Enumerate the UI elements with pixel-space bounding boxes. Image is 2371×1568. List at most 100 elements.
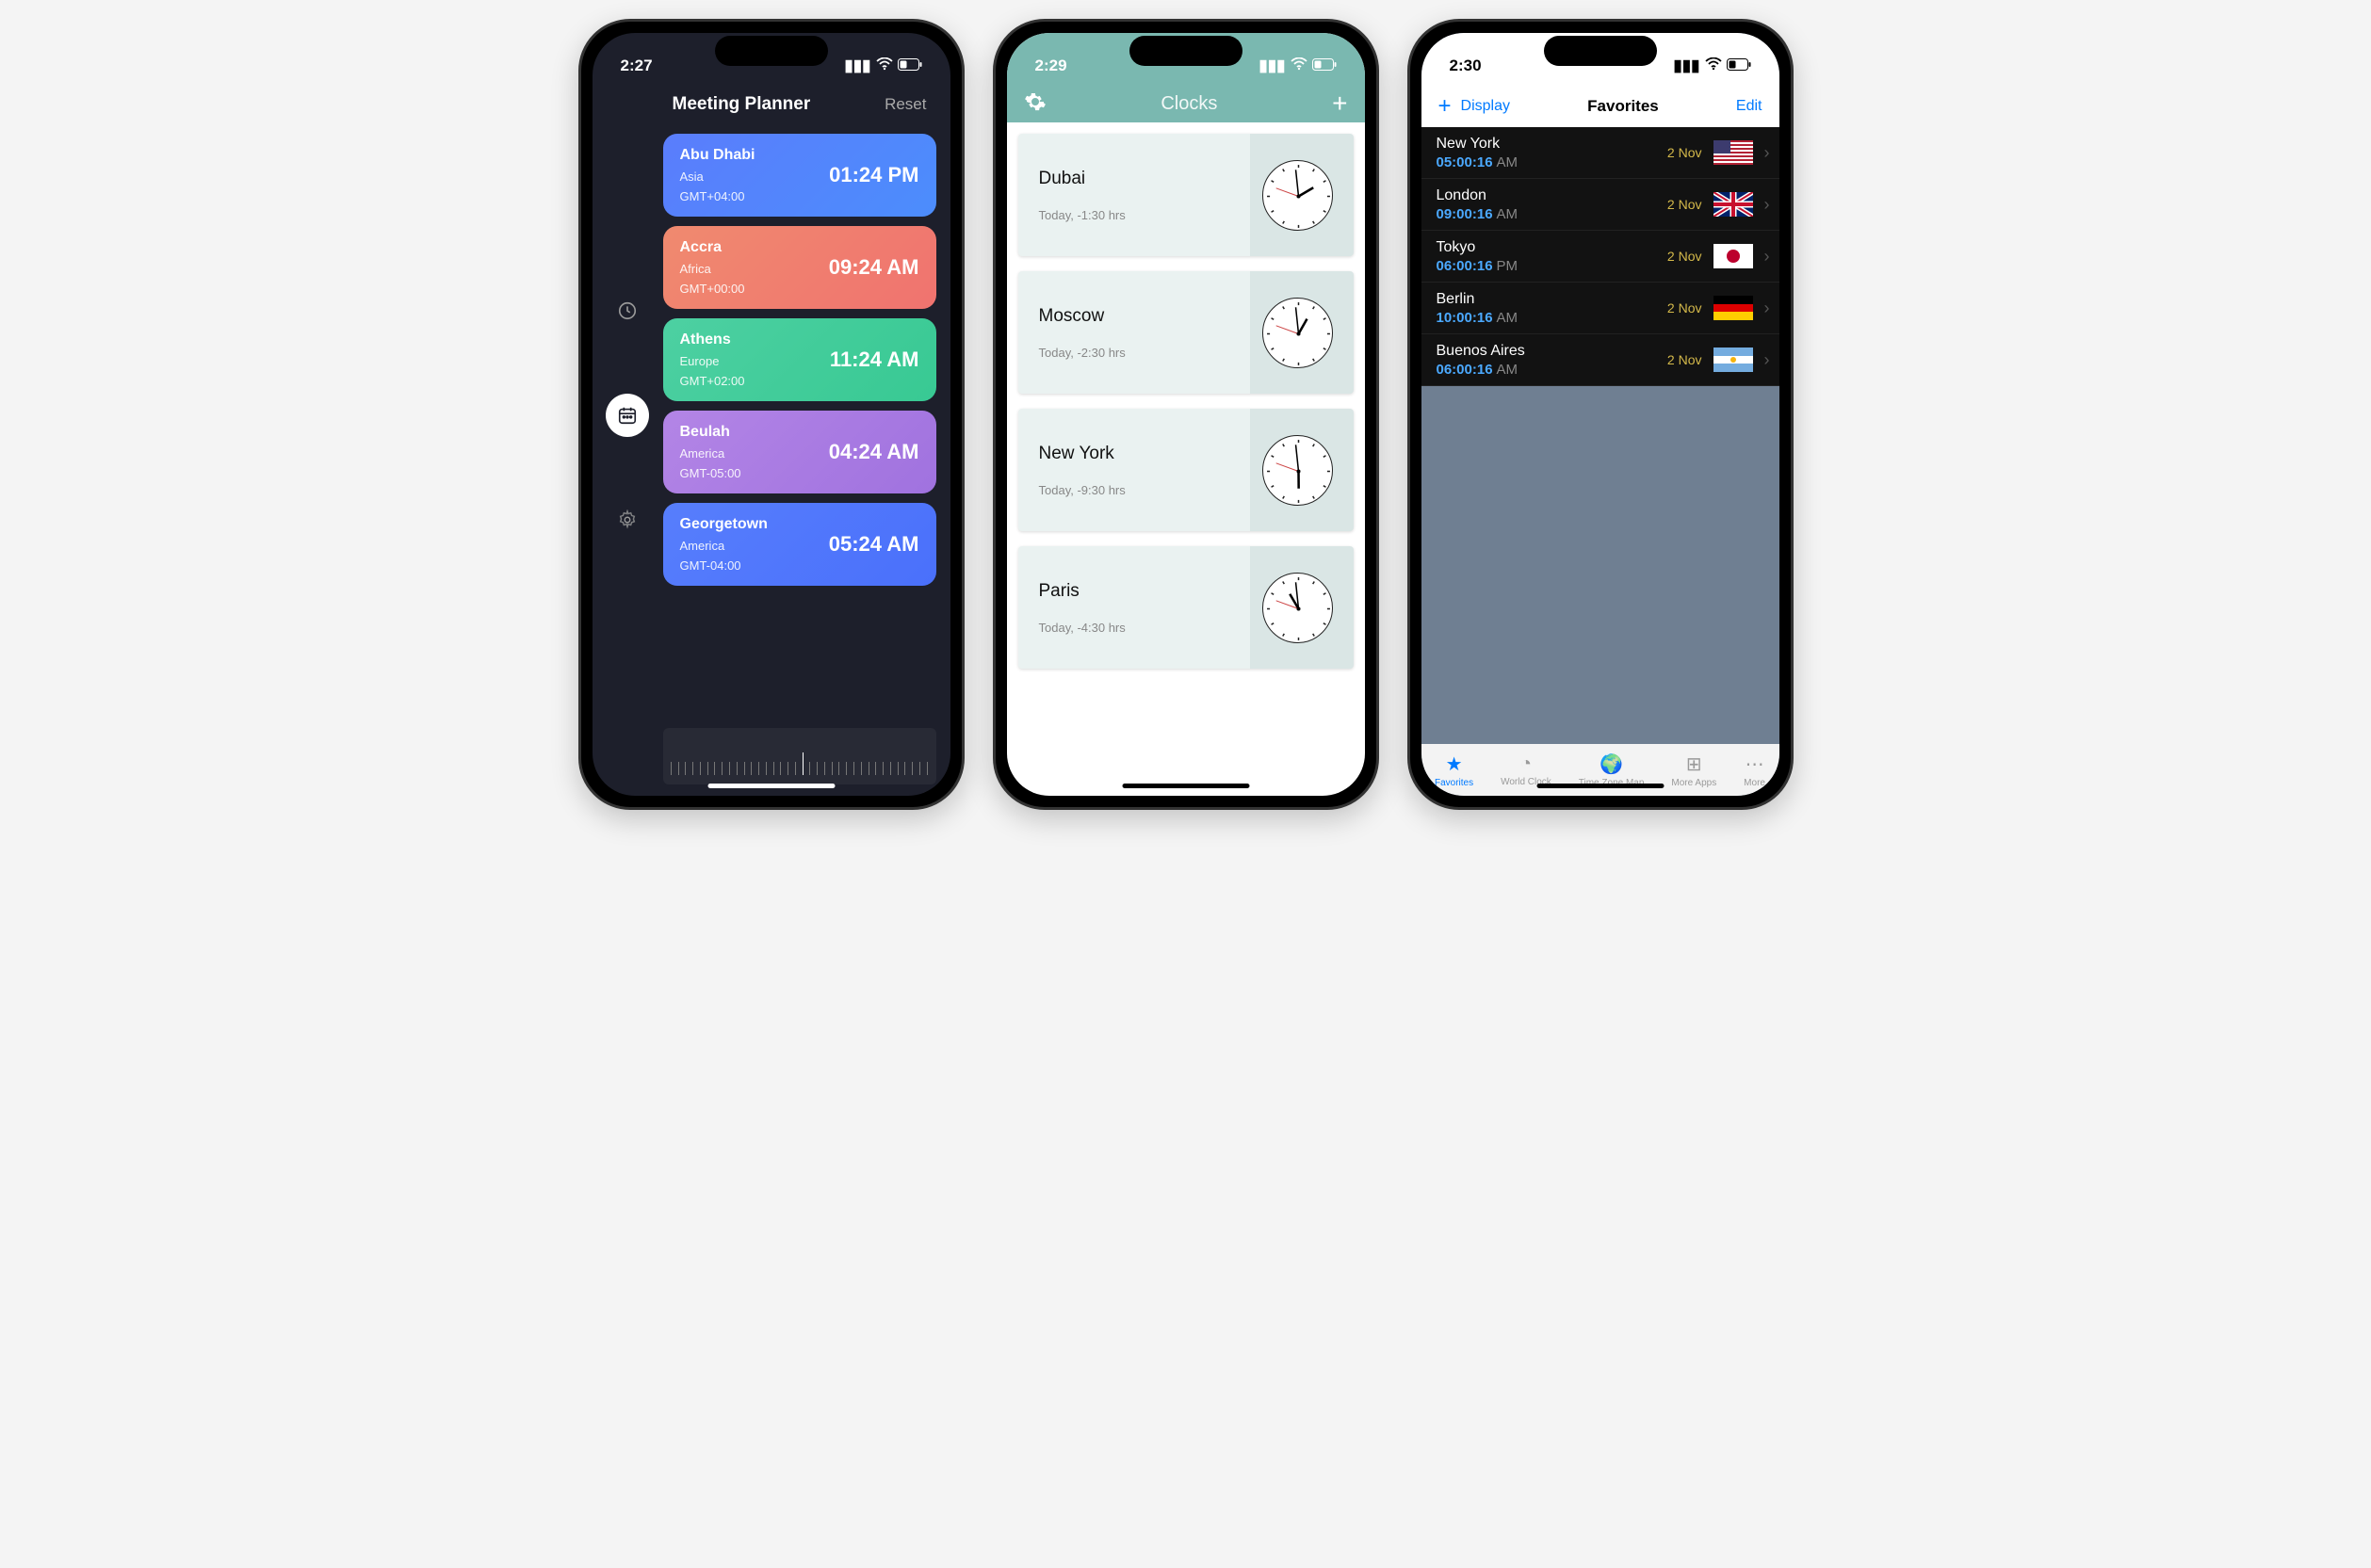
- notch: [715, 36, 828, 66]
- city-name: Tokyo: [1437, 239, 1518, 256]
- city-name: Buenos Aires: [1437, 343, 1525, 360]
- date-label: 2 Nov: [1667, 352, 1702, 367]
- signal-icon: ▮▮▮: [1259, 57, 1285, 75]
- city-name: New York: [1437, 136, 1518, 153]
- tab-icon: ★: [1446, 752, 1463, 776]
- clock-card[interactable]: New York Today, -9:30 hrs: [1018, 409, 1354, 531]
- time-label: 06:00:16: [1437, 362, 1493, 378]
- clock-card[interactable]: Dubai Today, -1:30 hrs: [1018, 134, 1354, 256]
- home-indicator[interactable]: [707, 784, 835, 788]
- notch: [1544, 36, 1657, 66]
- gmt-label: GMT-04:00: [680, 558, 768, 573]
- flag-icon: [1713, 244, 1753, 268]
- date-label: 2 Nov: [1667, 145, 1702, 160]
- city-name: Beulah: [680, 424, 741, 441]
- page-title: Meeting Planner: [673, 94, 811, 115]
- status-icons: ▮▮▮: [844, 57, 921, 75]
- favorite-row[interactable]: Berlin 10:00:16AM 2 Nov ›: [1421, 283, 1779, 334]
- home-indicator[interactable]: [1536, 784, 1664, 788]
- flag-icon: [1713, 296, 1753, 320]
- flag-icon: [1713, 192, 1753, 217]
- tab-more-apps[interactable]: ⊞More Apps: [1671, 752, 1716, 788]
- region-label: Europe: [680, 354, 745, 368]
- signal-icon: ▮▮▮: [844, 57, 870, 75]
- time-label: 05:24 AM: [829, 532, 919, 557]
- tab-label: More Apps: [1671, 778, 1716, 788]
- status-time: 2:30: [1450, 57, 1482, 75]
- sidebar-clock-icon[interactable]: [606, 289, 649, 332]
- favorite-row[interactable]: London 09:00:16AM 2 Nov ›: [1421, 179, 1779, 231]
- tab-icon: ◔: [1520, 753, 1532, 775]
- favorite-row[interactable]: New York 05:00:16AM 2 Nov ›: [1421, 127, 1779, 179]
- tab-icon: 🌍: [1600, 752, 1623, 776]
- city-name: London: [1437, 187, 1518, 204]
- city-name: Dubai: [1039, 169, 1126, 189]
- wifi-icon: [1705, 57, 1722, 75]
- date-label: 2 Nov: [1667, 197, 1702, 212]
- analog-clock-icon: [1262, 435, 1333, 506]
- city-name: Athens: [680, 331, 745, 348]
- time-label: 10:00:16: [1437, 310, 1493, 326]
- tab-world-clock[interactable]: ◔World Clock: [1501, 753, 1551, 787]
- offset-label: Today, -9:30 hrs: [1039, 483, 1126, 497]
- battery-icon: [898, 57, 922, 75]
- tab-more[interactable]: ⋯More: [1744, 752, 1765, 788]
- city-card[interactable]: Georgetown America GMT-04:00 05:24 AM: [663, 503, 936, 586]
- status-icons: ▮▮▮: [1259, 57, 1336, 75]
- city-name: Berlin: [1437, 291, 1518, 308]
- time-label: 09:24 AM: [829, 255, 919, 280]
- clock-card[interactable]: Moscow Today, -2:30 hrs: [1018, 271, 1354, 394]
- reset-button[interactable]: Reset: [885, 95, 926, 114]
- notch: [1129, 36, 1242, 66]
- offset-label: Today, -4:30 hrs: [1039, 621, 1126, 635]
- wifi-icon: [1291, 57, 1307, 75]
- clock-card[interactable]: Paris Today, -4:30 hrs: [1018, 546, 1354, 669]
- time-label: 01:24 PM: [829, 163, 918, 187]
- battery-icon: [1727, 57, 1751, 75]
- gmt-label: GMT+04:00: [680, 189, 755, 203]
- date-label: 2 Nov: [1667, 300, 1702, 315]
- status-time: 2:29: [1035, 57, 1067, 75]
- time-label: 11:24 AM: [830, 348, 919, 372]
- chevron-right-icon: ›: [1764, 195, 1770, 215]
- sidebar-gear-icon[interactable]: [606, 498, 649, 542]
- ampm-label: AM: [1497, 310, 1518, 326]
- chevron-right-icon: ›: [1764, 143, 1770, 163]
- region-label: Africa: [680, 262, 745, 276]
- wifi-icon: [876, 57, 893, 75]
- sidebar: [593, 134, 663, 711]
- favorite-row[interactable]: Buenos Aires 06:00:16AM 2 Nov ›: [1421, 334, 1779, 386]
- tab-label: More: [1744, 778, 1765, 788]
- sidebar-calendar-icon[interactable]: [606, 394, 649, 437]
- region-label: America: [680, 539, 768, 553]
- phone-clocks: 2:29 ▮▮▮ Clocks + Dubai Today, -1:30 hrs: [993, 19, 1379, 810]
- display-button[interactable]: Display: [1461, 98, 1510, 115]
- edit-button[interactable]: Edit: [1736, 98, 1762, 115]
- city-name: Abu Dhabi: [680, 147, 755, 164]
- flag-icon: [1713, 348, 1753, 372]
- gmt-label: GMT+00:00: [680, 282, 745, 296]
- city-card[interactable]: Abu Dhabi Asia GMT+04:00 01:24 PM: [663, 134, 936, 217]
- chevron-right-icon: ›: [1764, 247, 1770, 267]
- page-title: Favorites: [1587, 97, 1659, 116]
- analog-clock-icon: [1262, 160, 1333, 231]
- favorite-row[interactable]: Tokyo 06:00:16PM 2 Nov ›: [1421, 231, 1779, 283]
- city-card[interactable]: Accra Africa GMT+00:00 09:24 AM: [663, 226, 936, 309]
- battery-icon: [1312, 57, 1337, 75]
- ampm-label: AM: [1497, 362, 1518, 378]
- tab-favorites[interactable]: ★Favorites: [1435, 752, 1473, 788]
- gear-icon[interactable]: [1024, 90, 1047, 118]
- city-name: Accra: [680, 239, 745, 256]
- city-name: Georgetown: [680, 516, 768, 533]
- offset-label: Today, -1:30 hrs: [1039, 208, 1126, 222]
- home-indicator[interactable]: [1122, 784, 1249, 788]
- city-card[interactable]: Beulah America GMT-05:00 04:24 AM: [663, 411, 936, 493]
- city-card[interactable]: Athens Europe GMT+02:00 11:24 AM: [663, 318, 936, 401]
- phone-meeting-planner: 2:27 ▮▮▮ Meeting Planner Reset: [578, 19, 965, 810]
- time-label: 09:00:16: [1437, 206, 1493, 222]
- status-time: 2:27: [621, 57, 653, 75]
- add-icon[interactable]: +: [1438, 93, 1452, 120]
- add-icon[interactable]: +: [1332, 89, 1347, 119]
- page-title: Clocks: [1161, 93, 1217, 115]
- tab-time-zone-map[interactable]: 🌍Time Zone Map: [1579, 752, 1645, 788]
